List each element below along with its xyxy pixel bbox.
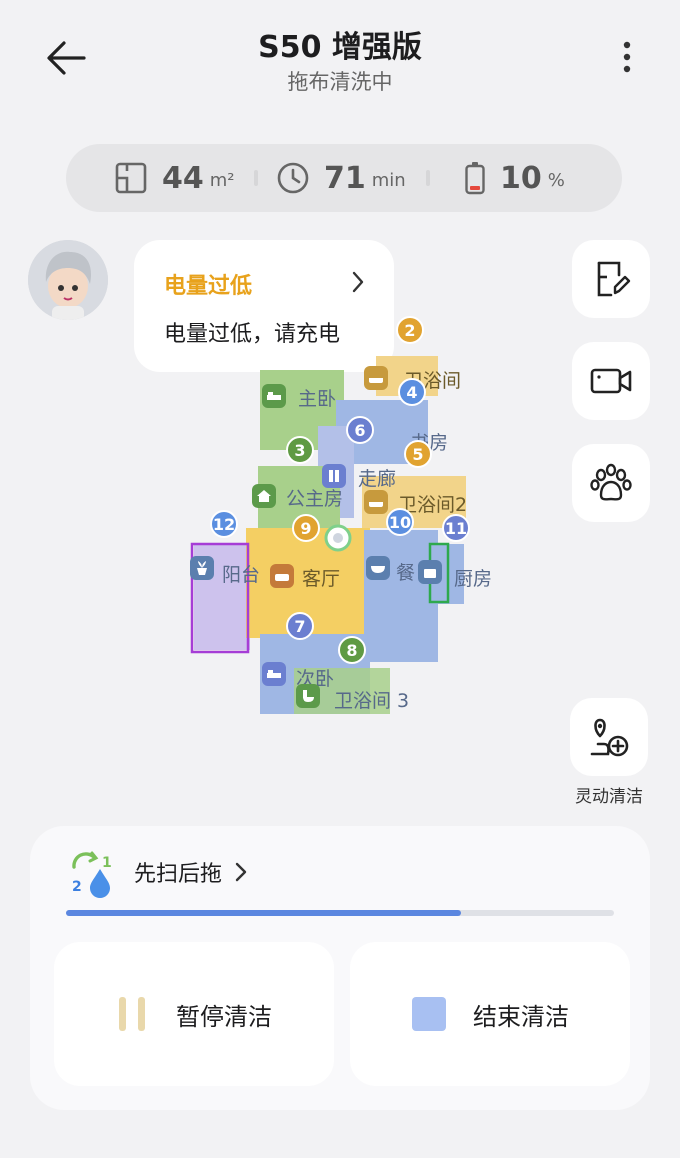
cleaning-stats-bar: 44 m² 71 min 10 % xyxy=(66,144,622,212)
room-order-pin[interactable]: 4 xyxy=(398,378,426,406)
house-icon xyxy=(252,484,276,508)
room-order-pin[interactable]: 12 xyxy=(210,510,238,538)
paw-icon xyxy=(590,463,632,501)
time-value: 71 xyxy=(324,160,366,196)
room-order-pin[interactable]: 11 xyxy=(442,514,470,542)
time-stat: 71 min xyxy=(276,144,406,212)
flexible-clean-button[interactable] xyxy=(570,698,648,776)
svg-text:2: 2 xyxy=(72,879,82,895)
area-unit: m² xyxy=(209,169,235,191)
plant-icon xyxy=(190,556,214,580)
cleaning-progress-bar xyxy=(66,910,614,916)
device-status: 拖布清洗中 xyxy=(287,70,393,94)
time-unit: min xyxy=(371,169,406,191)
clock-icon xyxy=(277,162,309,194)
device-title: S50 增强版 xyxy=(258,30,422,65)
clean-mode-selector[interactable]: 1 2 先扫后拖 xyxy=(66,844,248,900)
dining-icon xyxy=(366,556,390,580)
sofa-icon xyxy=(270,564,294,588)
bathtub-icon xyxy=(364,490,388,514)
end-clean-label: 结束清洁 xyxy=(473,1002,569,1031)
bed-icon xyxy=(262,384,286,408)
room-order-pin[interactable]: 9 xyxy=(292,514,320,542)
battery-stat: 10 % xyxy=(464,144,565,212)
room-label[interactable]: 客厅 xyxy=(302,564,340,591)
room-label[interactable]: 厨房 xyxy=(454,564,492,591)
pet-mode-button[interactable] xyxy=(572,444,650,522)
room-label[interactable]: 主卧 xyxy=(298,384,336,411)
video-camera-icon xyxy=(590,368,632,394)
room-label[interactable]: 走廊 xyxy=(358,464,396,491)
sweep-then-mop-icon: 1 2 xyxy=(72,851,112,898)
pause-clean-button[interactable]: 暂停清洁 xyxy=(54,942,334,1086)
toilet-icon xyxy=(296,684,320,708)
area-value: 44 xyxy=(162,160,204,196)
end-clean-button[interactable]: 结束清洁 xyxy=(350,942,630,1086)
chevron-right-icon xyxy=(352,271,364,293)
camera-button[interactable] xyxy=(572,342,650,420)
room-order-pin[interactable]: 2 xyxy=(396,316,424,344)
room-order-pin[interactable]: 8 xyxy=(338,636,366,664)
floor-plan-icon xyxy=(115,162,147,194)
edit-map-button[interactable] xyxy=(572,240,650,318)
kitchen-icon xyxy=(418,560,442,584)
flexible-clean-label: 灵动清洁 xyxy=(575,787,643,807)
robot-avatar[interactable] xyxy=(28,240,108,320)
room-order-pin[interactable]: 5 xyxy=(404,440,432,468)
progress-fill xyxy=(66,910,461,916)
edit-map-icon xyxy=(597,261,631,297)
header: S50 增强版 拖布清洗中 xyxy=(0,0,680,110)
cleaning-map[interactable]: 主卧 书房 走廊 公主房 卫浴间2 阳台 客厅 餐 厨房 次卧 卫浴间 3 卫浴… xyxy=(186,316,492,720)
battery-low-icon xyxy=(465,162,485,195)
clean-mode-label: 先扫后拖 xyxy=(134,862,223,887)
stop-icon xyxy=(412,997,446,1031)
bathtub-icon xyxy=(364,366,388,390)
room-order-pin[interactable]: 6 xyxy=(346,416,374,444)
room-order-pin[interactable]: 7 xyxy=(286,612,314,640)
battery-unit: % xyxy=(547,169,565,191)
door-icon xyxy=(322,464,346,488)
pause-clean-label: 暂停清洁 xyxy=(176,1002,272,1031)
room-label[interactable]: 公主房 xyxy=(286,484,343,511)
more-options-icon[interactable] xyxy=(614,38,640,78)
notification-title: 电量过低 xyxy=(164,274,253,299)
room-label[interactable]: 餐 xyxy=(396,558,415,585)
location-route-icon xyxy=(590,718,629,757)
bed-icon xyxy=(262,662,286,686)
chevron-right-icon xyxy=(235,862,247,882)
stat-divider xyxy=(426,170,430,186)
room-order-pin[interactable]: 10 xyxy=(386,508,414,536)
area-stat: 44 m² xyxy=(114,144,235,212)
stat-divider xyxy=(254,170,258,186)
room-label[interactable]: 卫浴间 3 xyxy=(334,686,409,713)
room-order-pin[interactable]: 3 xyxy=(286,436,314,464)
battery-value: 10 xyxy=(500,160,542,196)
control-panel: 1 2 先扫后拖 暂停清洁 结束清洁 xyxy=(30,826,650,1110)
svg-text:1: 1 xyxy=(102,855,112,871)
pause-icon xyxy=(119,997,145,1031)
room-label[interactable]: 阳台 xyxy=(222,560,260,587)
